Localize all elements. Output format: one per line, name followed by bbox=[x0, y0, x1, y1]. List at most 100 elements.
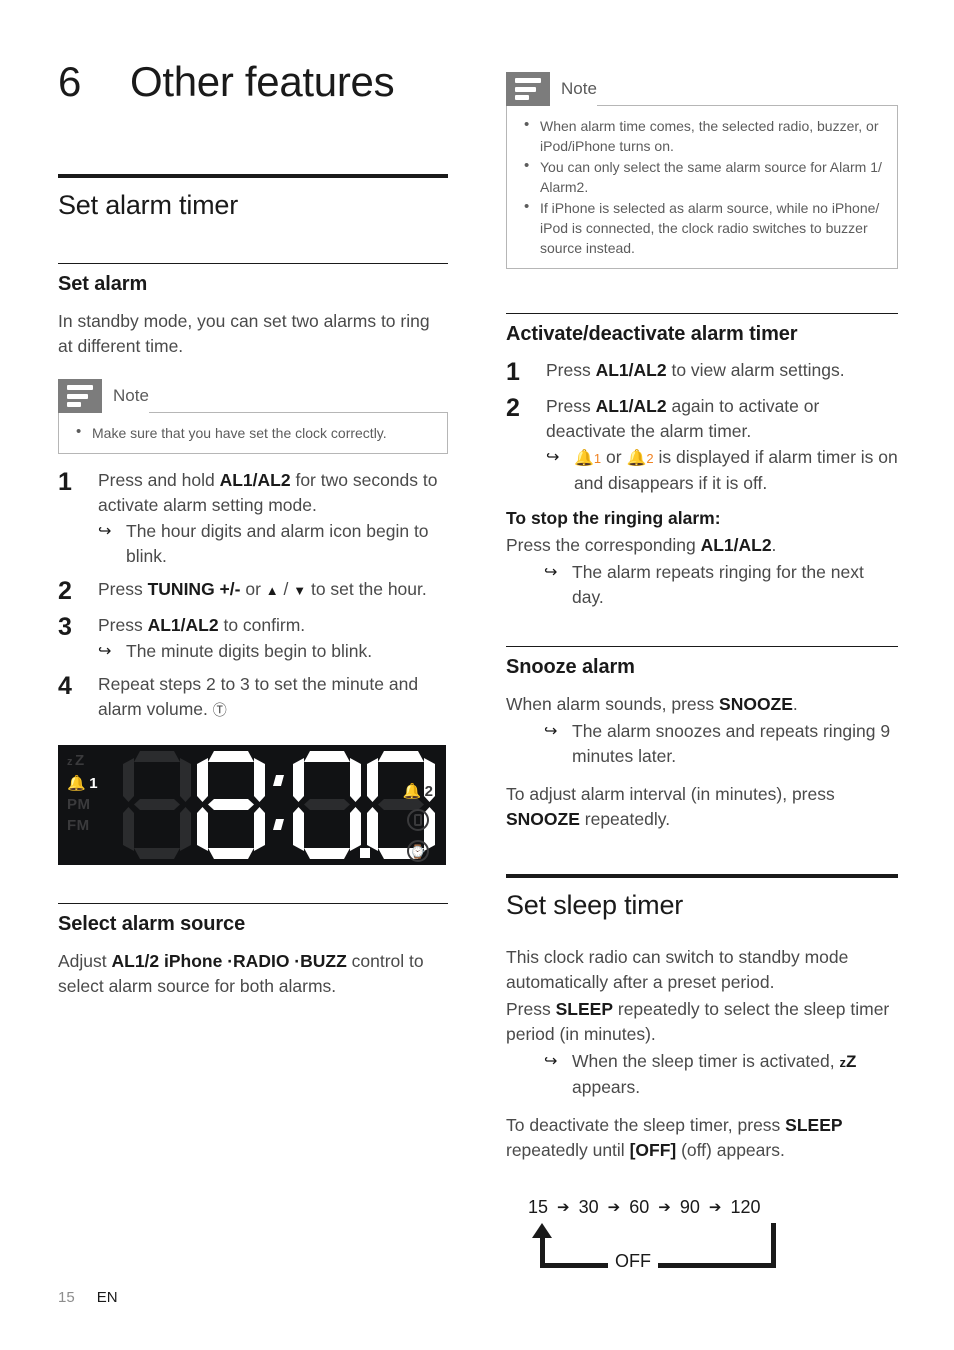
sleep-press-text: Press SLEEP repeatedly to select the sle… bbox=[506, 997, 898, 1047]
deact-after: (off) appears. bbox=[676, 1140, 785, 1160]
adjust-after: repeatedly. bbox=[579, 809, 671, 829]
press-bold: SLEEP bbox=[555, 999, 613, 1019]
stop-alarm-heading: To stop the ringing alarm: bbox=[506, 506, 898, 531]
flow-value-30: 30 bbox=[578, 1197, 599, 1217]
step-2: 2 Press AL1/AL2 again to activate or dea… bbox=[506, 394, 898, 496]
down-triangle-icon: ▼ bbox=[293, 583, 307, 598]
step-4: 4 Repeat steps 2 to 3 to set the minute … bbox=[58, 672, 448, 723]
flow-value-120: 120 bbox=[730, 1197, 761, 1217]
page-footer: 15 EN bbox=[58, 1289, 118, 1306]
adjust-bold: SNOOZE bbox=[506, 809, 580, 829]
deact-bold-off: [OFF] bbox=[629, 1140, 677, 1160]
note-label: Note bbox=[102, 379, 149, 413]
up-triangle-icon: ▲ bbox=[265, 583, 279, 598]
subsection-rule bbox=[58, 263, 448, 264]
note-header: Note bbox=[58, 379, 448, 413]
ipod-icon bbox=[407, 809, 429, 831]
step-bold-term: TUNING +/- bbox=[147, 579, 241, 599]
stop-alarm-result: ↪ The alarm repeats ringing for the next… bbox=[506, 560, 898, 610]
snooze-after: . bbox=[792, 694, 798, 714]
set-alarm-steps: 1 Press and hold AL1/AL2 for two seconds… bbox=[58, 468, 448, 723]
step-bold-term: AL1/AL2 bbox=[595, 396, 667, 416]
snooze-bold: SNOOZE bbox=[719, 694, 793, 714]
note-header: Note bbox=[506, 72, 898, 106]
subsection-rule bbox=[506, 646, 898, 647]
note-label: Note bbox=[550, 72, 597, 106]
alarm2-bell-icon: 🔔 bbox=[626, 450, 647, 467]
stop-alarm-text: Press the corresponding AL1/AL2. bbox=[506, 533, 898, 558]
step-number: 3 bbox=[58, 613, 72, 641]
adjust-before: To adjust alarm interval (in minutes), p… bbox=[506, 784, 835, 804]
result-before: or bbox=[601, 447, 627, 467]
result-arrow-icon: ↪ bbox=[544, 1053, 558, 1070]
section-title-set-sleep-timer: Set sleep timer bbox=[506, 890, 684, 920]
note-item: When alarm time comes, the selected radi… bbox=[520, 115, 883, 156]
sleep-timer-flow-diagram: 15 ➔ 30 ➔ 60 ➔ 90 ➔ 120 OFF bbox=[518, 1197, 818, 1272]
flow-arrow-icon: ➔ bbox=[708, 1199, 722, 1216]
alarm1-bell-icon: 🔔 bbox=[574, 450, 594, 467]
step-text-before: Press bbox=[98, 579, 148, 599]
bell-icon: 🔔 bbox=[402, 783, 422, 800]
sleep-result: ↪ When the sleep timer is activated, zZ … bbox=[506, 1049, 898, 1100]
section-rule bbox=[506, 874, 898, 878]
lcd-alarm2-indicator: 🔔 2 bbox=[402, 783, 433, 800]
flow-arrow-icon: ➔ bbox=[658, 1199, 671, 1216]
lcd-display-figure: zZ 🔔 1 PM FM 🔔 2 ⌚ bbox=[58, 745, 448, 865]
section-rule bbox=[58, 174, 448, 178]
chapter-title: Other features bbox=[130, 58, 395, 105]
sleep-result-before: When the sleep timer is activated, bbox=[572, 1051, 840, 1071]
lcd-panel: zZ 🔔 1 PM FM 🔔 2 ⌚ bbox=[58, 745, 446, 865]
step-number: 1 bbox=[58, 468, 72, 496]
bell-icon: 🔔 bbox=[67, 775, 87, 792]
step-result: ↪ The hour digits and alarm icon begin t… bbox=[98, 519, 448, 569]
flow-values-row: 15 ➔ 30 ➔ 60 ➔ 90 ➔ 120 bbox=[518, 1197, 818, 1218]
stop-alarm-heading-text: To stop the ringing alarm: bbox=[506, 508, 721, 528]
lcd-sleep-indicator: zZ bbox=[67, 752, 85, 769]
result-text: 🔔1 or 🔔2 is displayed if alarm timer is … bbox=[574, 445, 898, 496]
buzzer-icon: ⌚ bbox=[407, 840, 429, 862]
note-lines-icon bbox=[58, 379, 102, 413]
lcd-alarm1-label: 1 bbox=[89, 775, 99, 792]
result-text: When the sleep timer is activated, zZ ap… bbox=[572, 1049, 898, 1100]
deact-mid: repeatedly until bbox=[506, 1140, 630, 1160]
step-text-before: Press bbox=[98, 615, 148, 635]
chapter-heading: 6 Other features bbox=[58, 0, 448, 106]
step-bold-term: AL1/AL2 bbox=[147, 615, 219, 635]
lcd-colon bbox=[268, 749, 290, 861]
snooze-text: When alarm sounds, press SNOOZE. bbox=[506, 692, 898, 717]
flow-off-label: OFF bbox=[608, 1251, 658, 1272]
note-item: You can only select the same alarm sourc… bbox=[520, 156, 883, 197]
note-box-left: Note Make sure that you have set the clo… bbox=[58, 379, 448, 454]
note-lines-icon bbox=[506, 72, 550, 106]
lcd-digit-2 bbox=[194, 749, 268, 861]
manual-page: 6 Other features Set alarm timer Set ala… bbox=[0, 0, 954, 1350]
language-code: EN bbox=[96, 1289, 118, 1306]
sleep-result-after: appears. bbox=[572, 1077, 641, 1097]
step-text-after: to set the hour. bbox=[306, 579, 427, 599]
step-number: 2 bbox=[506, 394, 520, 422]
sleep-zz-icon: zZ bbox=[839, 1052, 857, 1071]
subsection-title-set-alarm: Set alarm bbox=[58, 273, 148, 295]
note-item: Make sure that you have set the clock co… bbox=[72, 422, 433, 443]
set-alarm-intro: In standby mode, you can set two alarms … bbox=[58, 311, 430, 356]
note-box-right: Note When alarm time comes, the selected… bbox=[506, 72, 898, 269]
stop-bold: AL1/AL2 bbox=[700, 535, 772, 555]
subsection-rule bbox=[506, 313, 898, 314]
stop-before: Press the corresponding bbox=[506, 535, 701, 555]
sleep-intro: This clock radio can switch to standby m… bbox=[506, 947, 849, 992]
flow-arrow-icon: ➔ bbox=[557, 1199, 570, 1216]
step-text-after: to confirm. bbox=[218, 615, 306, 635]
step-bold-term: AL1/AL2 bbox=[595, 360, 667, 380]
step-text-before: Press and hold bbox=[98, 470, 220, 490]
lcd-digit-1 bbox=[120, 749, 194, 861]
step-bold-term: AL1/AL2 bbox=[219, 470, 291, 490]
result-arrow-icon: ↪ bbox=[98, 523, 112, 540]
left-column: 6 Other features Set alarm timer Set ala… bbox=[58, 0, 448, 999]
step-text: Press TUNING +/- or ▲ / ▼ to set the hou… bbox=[98, 579, 427, 599]
note-body: When alarm time comes, the selected radi… bbox=[506, 105, 898, 269]
lcd-alarm2-label: 2 bbox=[424, 783, 434, 800]
right-column: Note When alarm time comes, the selected… bbox=[506, 0, 898, 1272]
subsection-title-select-alarm-source: Select alarm source bbox=[58, 913, 246, 935]
result-text: The hour digits and alarm icon begin to … bbox=[126, 521, 429, 566]
lcd-digits bbox=[120, 749, 438, 861]
